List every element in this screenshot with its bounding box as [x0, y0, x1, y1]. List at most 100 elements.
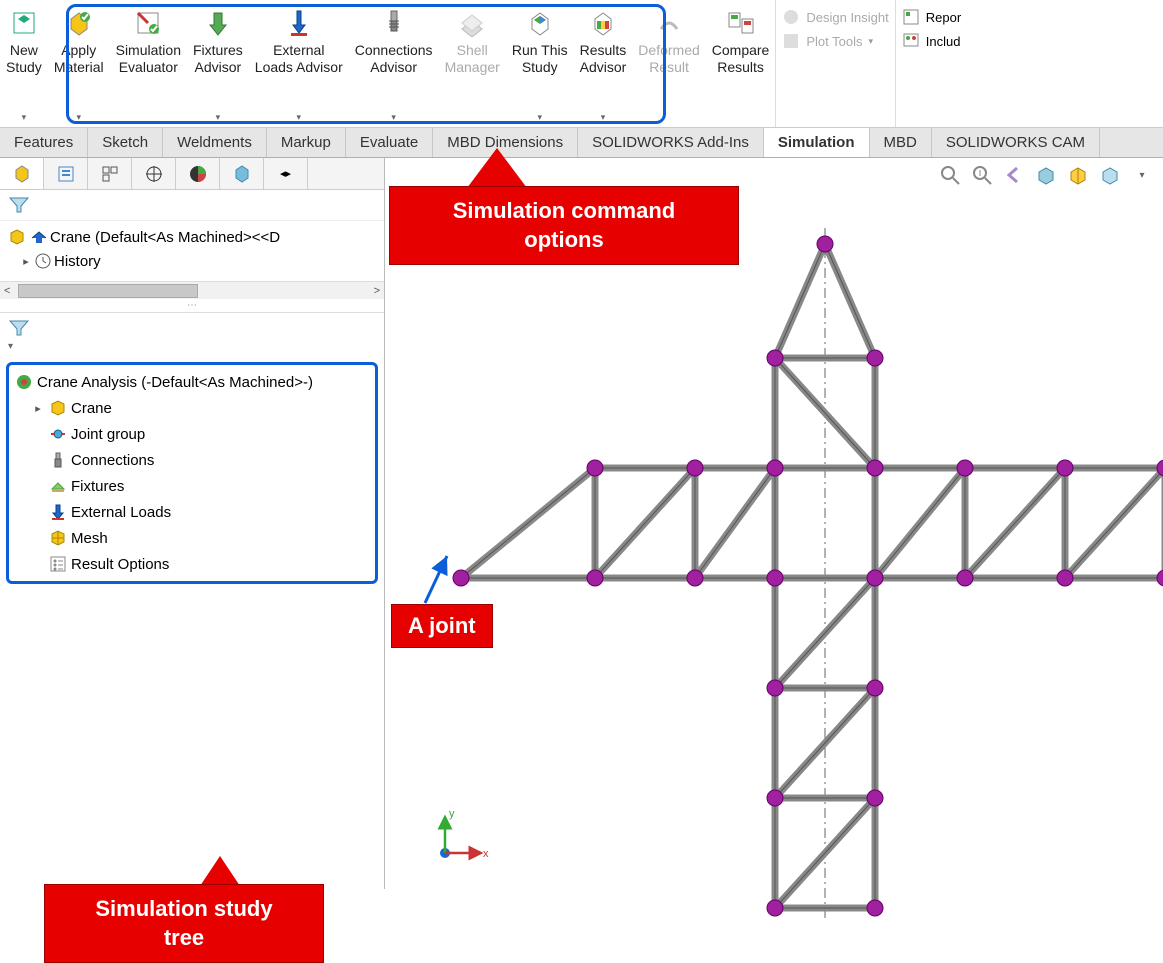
truss-joint[interactable]	[453, 570, 469, 586]
tree-root[interactable]: Crane (Default<As Machined><<D	[6, 225, 378, 249]
study-item-joint-group[interactable]: Joint group	[11, 421, 373, 447]
simulation-evaluator-button[interactable]: Simulation Evaluator	[110, 0, 187, 127]
filter-icon[interactable]	[8, 319, 376, 337]
truss-joint[interactable]	[767, 570, 783, 586]
graphics-viewport[interactable]: ▾ Simulation command options A joint y	[385, 158, 1163, 889]
filter-icon[interactable]	[8, 196, 376, 214]
tab-simulation[interactable]: Simulation	[764, 128, 870, 157]
section-view-icon[interactable]	[1033, 162, 1059, 188]
study-item-result-options[interactable]: Result Options	[11, 551, 373, 577]
include-button[interactable]: Includ	[902, 32, 961, 50]
study-item-connections[interactable]: Connections	[11, 447, 373, 473]
appearance-tab[interactable]	[176, 158, 220, 189]
external-loads-button[interactable]: External Loads Advisor ▾	[249, 0, 349, 127]
tab-mbd[interactable]: MBD	[870, 128, 932, 157]
zoom-fit-icon[interactable]	[937, 162, 963, 188]
view-orient-icon[interactable]	[1065, 162, 1091, 188]
truss-joint[interactable]	[767, 790, 783, 806]
config-tab[interactable]	[88, 158, 132, 189]
scroll-left[interactable]: <	[4, 285, 10, 297]
report-icon	[902, 8, 920, 26]
tab-sketch[interactable]: Sketch	[88, 128, 163, 157]
property-tab[interactable]	[44, 158, 88, 189]
resopt-icon	[45, 555, 71, 573]
truss-joint[interactable]	[867, 460, 883, 476]
new-study-button[interactable]: New Study ▾	[0, 0, 48, 127]
connections-icon	[379, 8, 409, 38]
truss-joint[interactable]	[817, 236, 833, 252]
part-icon	[6, 228, 28, 246]
results-advisor-button[interactable]: Results Advisor ▾	[574, 0, 633, 127]
shell-manager-button[interactable]: Shell Manager	[439, 0, 506, 127]
study-item-external-loads[interactable]: External Loads	[11, 499, 373, 525]
expand-icon[interactable]: ▸	[31, 402, 45, 415]
ribbon-label: Simulation Evaluator	[116, 42, 181, 76]
callout-arrow	[467, 148, 527, 188]
truss-joint[interactable]	[957, 460, 973, 476]
deformed-result-button[interactable]: Deformed Result	[632, 0, 705, 127]
truss-joint[interactable]	[767, 350, 783, 366]
truss-model[interactable]	[425, 198, 1163, 938]
truss-joint[interactable]	[687, 570, 703, 586]
truss-joint[interactable]	[587, 570, 603, 586]
dropdown-arrow[interactable]: ▾	[1129, 162, 1155, 188]
study-item-label: External Loads	[71, 504, 171, 521]
conn-icon	[45, 451, 71, 469]
truss-joint[interactable]	[867, 900, 883, 916]
truss-joint[interactable]	[767, 460, 783, 476]
splitter[interactable]: ⋯	[0, 299, 384, 313]
scroll-right[interactable]: >	[374, 285, 380, 297]
ribbon-side-group-2: Repor Includ	[895, 0, 967, 127]
study-item-fixtures[interactable]: Fixtures	[11, 473, 373, 499]
truss-joint[interactable]	[867, 570, 883, 586]
tab-solidworks-addins[interactable]: SOLIDWORKS Add-Ins	[578, 128, 764, 157]
study-item-mesh[interactable]: Mesh	[11, 525, 373, 551]
overflow-tab[interactable]: ◂▸	[264, 158, 308, 189]
study-root[interactable]: Crane Analysis (-Default<As Machined>-)	[11, 369, 373, 395]
history-icon	[32, 252, 54, 270]
apply-material-button[interactable]: Apply Material ▾	[48, 0, 110, 127]
tab-features[interactable]: Features	[0, 128, 88, 157]
dimxpert-tab[interactable]	[132, 158, 176, 189]
display-style-icon[interactable]	[1097, 162, 1123, 188]
extload-icon	[45, 503, 71, 521]
study-item-crane[interactable]: ▸ Crane	[11, 395, 373, 421]
dropdown-arrow: ▾	[537, 112, 542, 123]
callout-study-tree: Simulation study tree	[44, 884, 324, 963]
truss-joint[interactable]	[1057, 460, 1073, 476]
feature-tree-tab[interactable]	[0, 158, 44, 189]
truss-joint[interactable]	[687, 460, 703, 476]
design-insight-button[interactable]: Design Insight	[782, 8, 888, 26]
tab-weldments[interactable]: Weldments	[163, 128, 267, 157]
dropdown-arrow[interactable]: ▾	[8, 341, 13, 352]
connections-advisor-button[interactable]: Connections Advisor ▾	[349, 0, 439, 127]
tree-history[interactable]: ▸ History	[6, 249, 378, 273]
prev-view-icon[interactable]	[1001, 162, 1027, 188]
display-tab[interactable]	[220, 158, 264, 189]
deformed-icon	[654, 8, 684, 38]
truss-joint[interactable]	[587, 460, 603, 476]
report-button[interactable]: Repor	[902, 8, 961, 26]
tab-markup[interactable]: Markup	[267, 128, 346, 157]
run-study-button[interactable]: Run This Study ▾	[506, 0, 574, 127]
horizontal-scrollbar[interactable]: < >	[0, 281, 384, 299]
truss-joint[interactable]	[1157, 570, 1163, 586]
scroll-thumb[interactable]	[18, 284, 198, 298]
truss-joint[interactable]	[867, 790, 883, 806]
truss-joint[interactable]	[867, 680, 883, 696]
truss-joint[interactable]	[867, 350, 883, 366]
expand-icon[interactable]: ▸	[20, 255, 32, 268]
truss-joint[interactable]	[957, 570, 973, 586]
compare-results-button[interactable]: Compare Results	[706, 0, 776, 127]
x-axis-label: x	[483, 848, 489, 860]
tab-solidworks-cam[interactable]: SOLIDWORKS CAM	[932, 128, 1100, 157]
truss-joint[interactable]	[767, 680, 783, 696]
feature-manager-panel: ◂▸ Crane (Default<As Machined><<D ▸ Hist…	[0, 158, 385, 889]
plottools-icon	[782, 32, 800, 50]
tab-evaluate[interactable]: Evaluate	[346, 128, 433, 157]
fixtures-advisor-button[interactable]: Fixtures Advisor ▾	[187, 0, 249, 127]
zoom-area-icon[interactable]	[969, 162, 995, 188]
truss-joint[interactable]	[1057, 570, 1073, 586]
plot-tools-button[interactable]: Plot Tools ▾	[782, 32, 888, 50]
truss-joint[interactable]	[767, 900, 783, 916]
